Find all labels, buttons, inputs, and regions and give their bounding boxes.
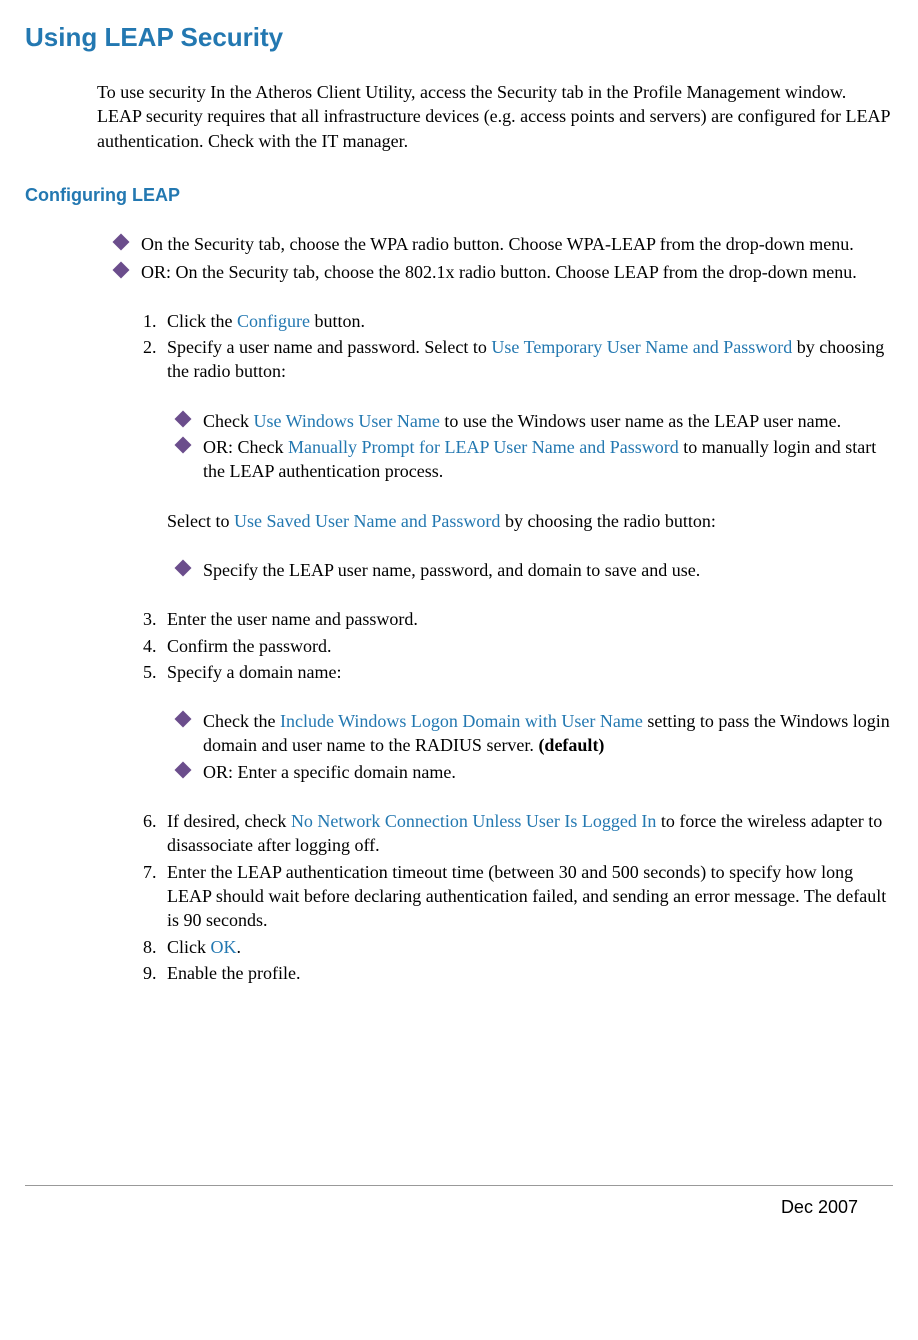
step-item: Enter the LEAP authentication timeout ti… [161,860,893,933]
step-text: Specify a user name and password. Select… [167,337,491,357]
step-item: Enter the user name and password. [161,607,893,631]
nested-bullets: Check Use Windows User Name to use the W… [177,409,893,484]
step-text: Check [203,411,253,431]
step-item: Enable the profile. [161,961,893,985]
include-domain-link[interactable]: Include Windows Logon Domain with User N… [280,711,643,731]
step-item: Click the Configure button. [161,309,893,333]
step-item: Specify a domain name: Check the Include… [161,660,893,784]
bullet-item: Check the Include Windows Logon Domain w… [177,709,893,758]
steps-list: Click the Configure button. Specify a us… [137,309,893,985]
step-text: to use the Windows user name as the LEAP… [440,411,841,431]
default-label: (default) [538,735,604,755]
bullet-item: On the Security tab, choose the WPA radi… [115,232,893,256]
nested-bullets: Specify the LEAP user name, password, an… [177,558,893,582]
step-text: by choosing the radio button: [500,511,715,531]
step-text: button. [310,311,365,331]
step-text: . [237,937,242,957]
step-item: Specify a user name and password. Select… [161,335,893,582]
intro-bullets: On the Security tab, choose the WPA radi… [115,232,893,284]
step-item: Click OK. [161,935,893,959]
manually-prompt-link[interactable]: Manually Prompt for LEAP User Name and P… [288,437,679,457]
bullet-item: OR: Enter a specific domain name. [177,760,893,784]
step-text: OR: Check [203,437,288,457]
use-temporary-link[interactable]: Use Temporary User Name and Password [491,337,792,357]
use-windows-username-link[interactable]: Use Windows User Name [253,411,439,431]
bullet-item: Specify the LEAP user name, password, an… [177,558,893,582]
sub-paragraph: Select to Use Saved User Name and Passwo… [167,509,893,533]
step-text: If desired, check [167,811,291,831]
step-text: Check the [203,711,280,731]
configure-link[interactable]: Configure [237,311,310,331]
intro-paragraph: To use security In the Atheros Client Ut… [97,80,893,153]
no-network-link[interactable]: No Network Connection Unless User Is Log… [291,811,656,831]
step-item: Confirm the password. [161,634,893,658]
page-title: Using LEAP Security [25,20,893,55]
step-text: Click the [167,311,237,331]
footer-divider [25,1185,893,1186]
step-text: Specify a domain name: [167,662,341,682]
footer-date: Dec 2007 [25,1195,893,1219]
step-text: Click [167,937,211,957]
bullet-item: Check Use Windows User Name to use the W… [177,409,893,433]
step-item: If desired, check No Network Connection … [161,809,893,858]
use-saved-link[interactable]: Use Saved User Name and Password [234,511,500,531]
bullet-item: OR: On the Security tab, choose the 802.… [115,260,893,284]
bullet-item: OR: Check Manually Prompt for LEAP User … [177,435,893,484]
section-heading: Configuring LEAP [25,183,893,207]
ok-link[interactable]: OK [211,937,237,957]
step-text: Select to [167,511,234,531]
nested-bullets: Check the Include Windows Logon Domain w… [177,709,893,784]
